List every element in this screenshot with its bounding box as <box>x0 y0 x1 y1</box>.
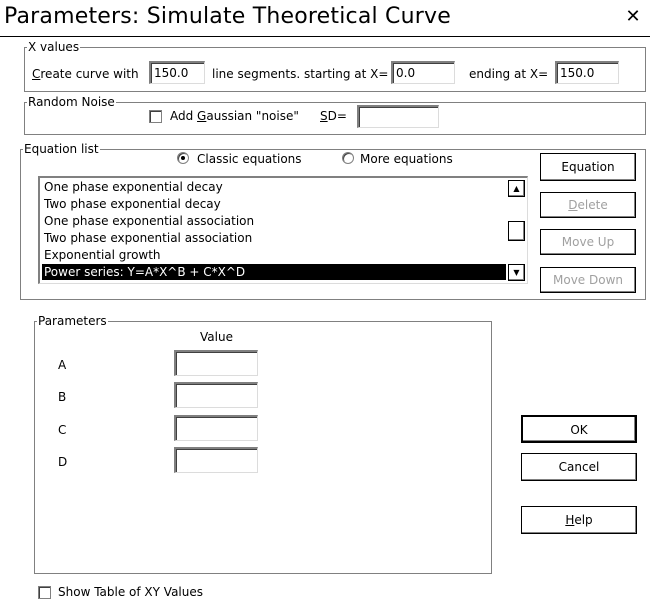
sd-input[interactable] <box>357 105 439 128</box>
ok-button[interactable]: OK <box>521 415 637 443</box>
start-x-input[interactable] <box>391 61 455 84</box>
help-button[interactable]: Help <box>521 506 637 534</box>
x-values-legend: X values <box>28 40 80 54</box>
parameters-group: Parameters <box>34 314 492 574</box>
value-column-header: Value <box>200 330 233 344</box>
end-x-input[interactable] <box>555 61 619 84</box>
equation-item[interactable]: One phase exponential association <box>42 213 504 229</box>
close-icon: ✕ <box>625 6 641 27</box>
move-down-button[interactable]: Move Down <box>540 267 636 293</box>
classic-equations-radio[interactable] <box>177 152 189 164</box>
param-name-b: B <box>58 390 67 404</box>
title-bar[interactable]: Parameters: Simulate Theoretical Curve ✕ <box>0 0 650 37</box>
scroll-up-icon[interactable]: ▲ <box>508 180 525 197</box>
close-button[interactable]: ✕ <box>622 6 644 28</box>
create-curve-label: Create curve with <box>32 67 139 81</box>
param-value-a-input[interactable] <box>174 350 258 376</box>
x-values-group: X values <box>24 40 646 92</box>
equation-button[interactable]: Equation <box>540 153 636 181</box>
random-noise-legend: Random Noise <box>28 95 115 109</box>
param-value-c-input[interactable] <box>174 415 258 441</box>
add-noise-label: Add Gaussian "noise" <box>170 109 299 123</box>
equation-item[interactable]: Two phase exponential decay <box>42 196 504 212</box>
segments-input[interactable] <box>149 61 205 84</box>
move-up-button[interactable]: Move Up <box>540 229 636 255</box>
show-table-label: Show Table of XY Values <box>58 585 203 599</box>
sd-label: SD= <box>320 109 347 123</box>
end-label: ending at X= <box>469 67 549 81</box>
parameters-legend: Parameters <box>38 314 107 328</box>
param-name-c: C <box>58 423 67 437</box>
more-equations-label: More equations <box>360 152 453 166</box>
equation-item[interactable]: Exponential growth <box>42 247 504 263</box>
equation-list-legend: Equation list <box>24 142 99 156</box>
listbox-scrollbar[interactable]: ▲ ▼ <box>506 178 527 283</box>
param-name-a: A <box>58 358 67 372</box>
param-value-d-input[interactable] <box>174 447 258 473</box>
param-name-d: D <box>58 455 68 469</box>
equation-item-selected[interactable]: Power series: Y=A*X^B + C*X^D <box>42 264 506 280</box>
scroll-thumb[interactable] <box>508 221 525 241</box>
delete-button[interactable]: Delete <box>540 192 636 218</box>
classic-equations-label: Classic equations <box>197 152 302 166</box>
simulate-curve-dialog: Parameters: Simulate Theoretical Curve ✕… <box>0 0 650 615</box>
show-table-checkbox[interactable] <box>38 586 51 599</box>
segments-label: line segments. starting at X= <box>212 67 389 81</box>
cancel-button[interactable]: Cancel <box>521 453 637 481</box>
equation-item[interactable]: Two phase exponential association <box>42 230 504 246</box>
equation-listbox[interactable]: One phase exponential decay Two phase ex… <box>38 176 528 284</box>
add-noise-checkbox[interactable] <box>149 110 162 123</box>
more-equations-radio[interactable] <box>342 152 354 164</box>
param-value-b-input[interactable] <box>174 382 258 408</box>
dialog-title: Parameters: Simulate Theoretical Curve <box>4 4 451 29</box>
scroll-down-icon[interactable]: ▼ <box>508 264 525 281</box>
equation-item[interactable]: One phase exponential decay <box>42 179 504 195</box>
